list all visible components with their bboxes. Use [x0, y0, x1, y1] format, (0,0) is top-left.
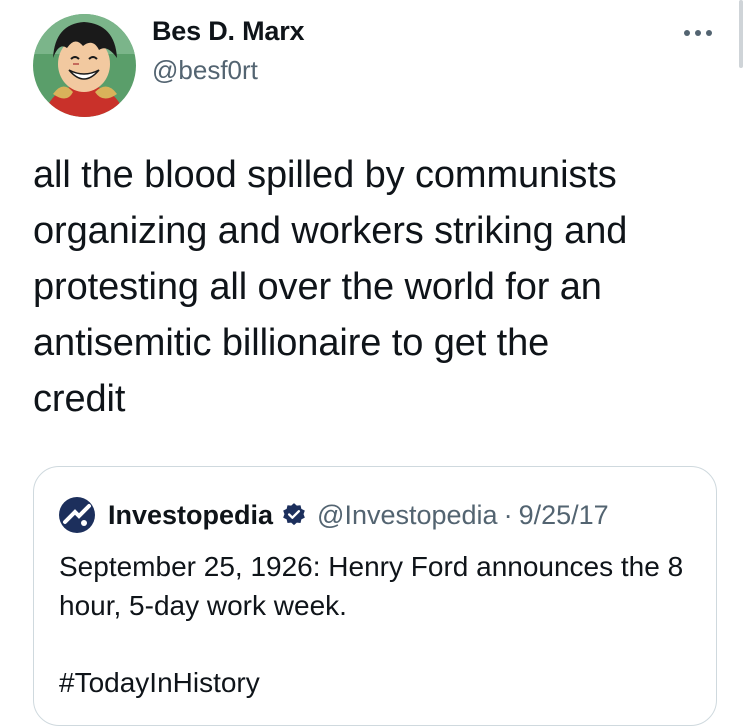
quoted-tweet-card[interactable]: Investopedia @Investopedia · 9/25/17 Sep…: [33, 466, 717, 726]
scrollbar[interactable]: [739, 0, 743, 68]
author-handle[interactable]: @besf0rt: [152, 55, 258, 86]
quoted-handle[interactable]: @Investopedia: [317, 500, 498, 531]
quoted-tweet-header: Investopedia @Investopedia · 9/25/17: [108, 497, 609, 533]
more-horizontal-icon: [684, 30, 712, 36]
investopedia-logo-icon: [58, 496, 96, 534]
quoted-tweet-text: September 25, 1926: Henry Ford announces…: [59, 551, 684, 621]
author-display-name[interactable]: Bes D. Marx: [152, 16, 305, 47]
anime-character-avatar-icon: [33, 14, 136, 117]
quoted-hashtag[interactable]: #TodayInHistory: [59, 663, 260, 702]
quoted-display-name[interactable]: Investopedia: [108, 500, 273, 531]
separator-dot: ·: [503, 499, 513, 530]
author-avatar[interactable]: [33, 14, 136, 117]
verified-badge-icon: [283, 503, 305, 526]
quoted-date[interactable]: 9/25/17: [519, 500, 609, 531]
more-options-button[interactable]: [678, 18, 718, 48]
tweet-text: all the blood spilled by communists orga…: [33, 154, 628, 420]
